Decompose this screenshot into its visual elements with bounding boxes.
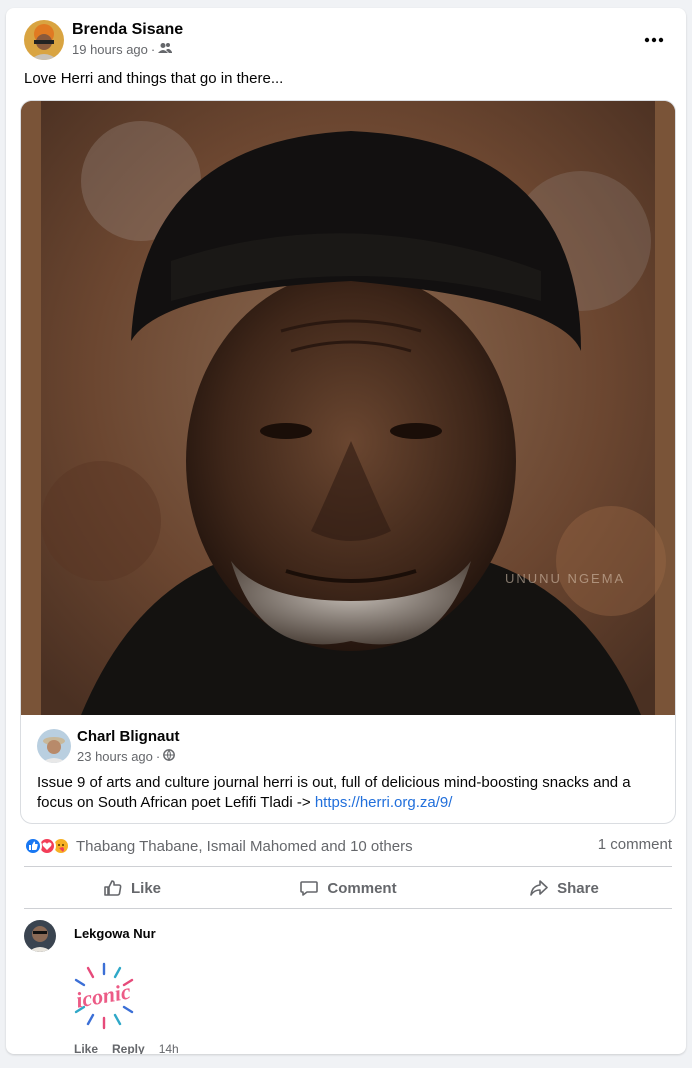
like-button[interactable]: Like [24,870,240,906]
share-arrow-icon [530,880,548,896]
like-icon [24,837,42,855]
shared-post[interactable]: UNUNU NGEMA Charl Blignaut 23 hours ago … [20,100,676,824]
comment-button[interactable]: Comment [240,870,456,906]
photo-watermark: UNUNU NGEMA [505,571,626,586]
post-card: Brenda Sisane 19 hours ago · Love Herri … [6,8,686,1054]
post-header: Brenda Sisane 19 hours ago · [24,20,670,60]
comment-label: Comment [327,879,397,897]
reactors-names[interactable]: Thabang Thabane, Ismail Mahomed and 10 o… [76,838,413,855]
reactions-summary: Thabang Thabane, Ismail Mahomed and 10 o… [24,834,672,858]
comment: Lekgowa Nur iconic Like Reply 14h [24,920,672,1054]
post-meta: 19 hours ago · [72,42,173,57]
divider [24,908,672,909]
commenter-avatar[interactable] [24,920,56,952]
friends-audience-icon[interactable] [158,42,173,57]
commenter-name[interactable]: Lekgowa Nur [74,926,156,941]
more-horizontal-icon [644,37,664,43]
comment-reply-button[interactable]: Reply [112,1042,145,1054]
shared-post-link[interactable]: https://herri.org.za/9/ [315,794,453,811]
comment-actions: Like Reply 14h [74,1042,179,1054]
thumbs-up-icon [104,880,122,896]
post-timestamp[interactable]: 19 hours ago [72,42,148,57]
shared-post-meta: 23 hours ago · [77,749,176,764]
shared-post-text: Issue 9 of arts and culture journal herr… [37,773,665,813]
reaction-icons[interactable] [24,837,70,855]
comment-bubble-icon [300,881,319,896]
comment-time[interactable]: 14h [159,1042,179,1054]
shared-timestamp[interactable]: 23 hours ago [77,749,153,764]
more-options-button[interactable] [640,26,668,54]
like-label: Like [130,879,161,897]
globe-icon[interactable] [163,749,176,764]
share-label: Share [557,879,599,897]
meta-separator: · [155,749,161,764]
shared-author-name[interactable]: Charl Blignaut [77,728,180,745]
share-button[interactable]: Share [456,870,672,906]
shared-post-header: Charl Blignaut 23 hours ago · [37,727,637,767]
meta-separator: · [150,42,156,57]
author-avatar[interactable] [24,20,64,60]
shared-photo[interactable]: UNUNU NGEMA [21,101,675,715]
comment-like-button[interactable]: Like [74,1042,98,1054]
iconic-sticker: iconic [68,960,140,1032]
comment-count[interactable]: 1 comment [598,836,672,853]
shared-author-avatar[interactable] [37,729,71,763]
post-text: Love Herri and things that go in there..… [24,70,284,87]
post-actions: Like Comment Share [24,870,672,906]
divider [24,866,672,867]
author-name[interactable]: Brenda Sisane [72,21,183,39]
